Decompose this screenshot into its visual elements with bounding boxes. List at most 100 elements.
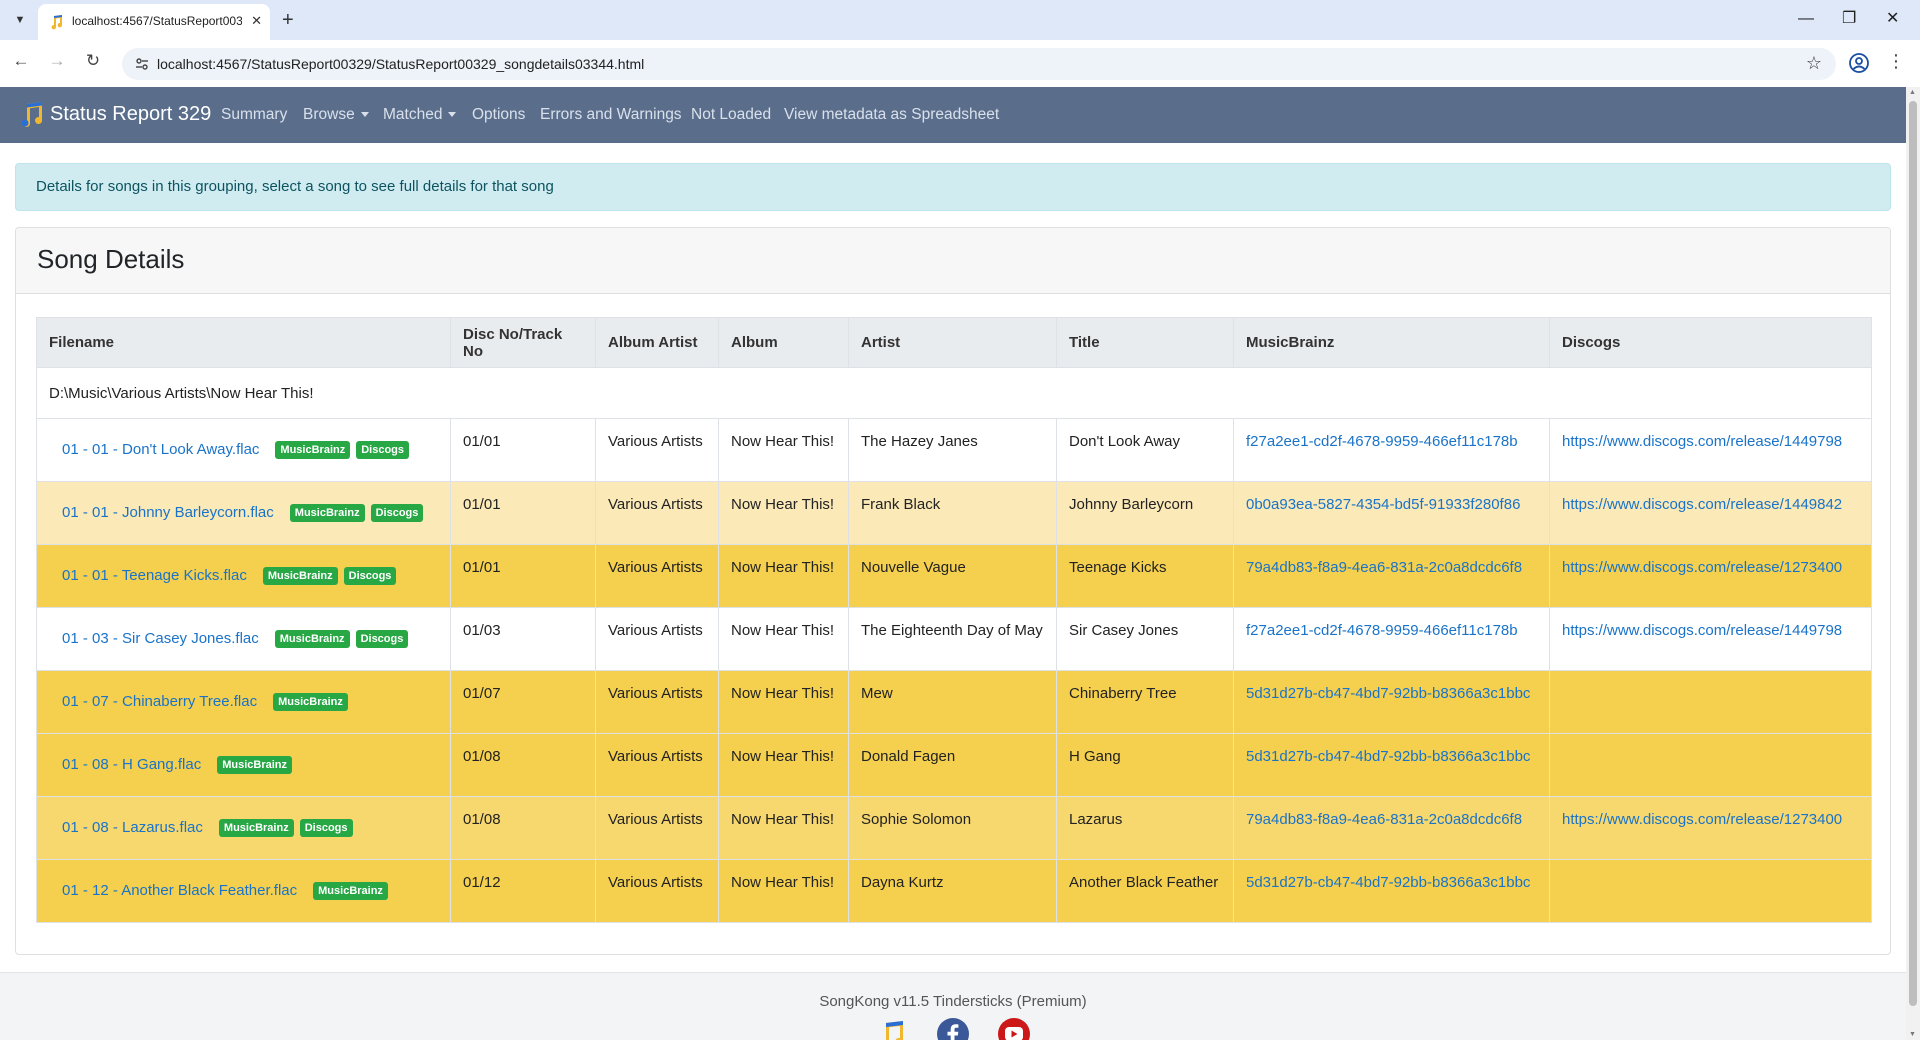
songkong-note-icon[interactable] [875,1018,907,1040]
col-header-disc-track[interactable]: Disc No/Track No [450,317,596,368]
song-file-link[interactable]: 01 - 07 - Chinaberry Tree.flac [62,693,257,710]
discogs-link[interactable]: https://www.discogs.com/release/1449798 [1562,433,1842,450]
discogs-badge: Discogs [370,504,424,523]
discogs-link[interactable]: https://www.discogs.com/release/1449842 [1562,496,1842,513]
nav-errors-warnings[interactable]: Errors and Warnings [540,106,682,124]
filename-cell: 01 - 01 - Teenage Kicks.flac MusicBrainz D… [36,544,451,608]
address-bar[interactable]: localhost:4567/StatusReport00329/StatusR… [122,48,1836,80]
discogs-link[interactable]: https://www.discogs.com/release/1449798 [1562,622,1842,639]
discogs-badge: Discogs [299,819,353,838]
musicbrainz-badge: MusicBrainz [275,441,351,460]
scroll-up-arrow-icon[interactable]: ▲ [1909,89,1916,96]
musicbrainz-link[interactable]: 79a4db83-f8a9-4ea6-831a-2c0a8dcdc6f8 [1246,811,1522,828]
song-file-link[interactable]: 01 - 08 - Lazarus.flac [62,819,203,836]
song-file-link[interactable]: 01 - 12 - Another Black Feather.flac [62,882,297,899]
title-cell: Sir Casey Jones [1056,607,1234,671]
tab-close-icon[interactable]: ✕ [251,13,262,29]
col-header-filename[interactable]: Filename [36,317,451,368]
title-cell: Chinaberry Tree [1056,670,1234,734]
musicbrainz-link[interactable]: 5d31d27b-cb47-4bd7-92bb-b8366a3c1bbc [1246,874,1530,891]
song-file-link[interactable]: 01 - 08 - H Gang.flac [62,756,201,773]
artist-cell: Dayna Kurtz [848,859,1057,923]
youtube-icon[interactable] [998,1018,1030,1040]
nav-view-spreadsheet[interactable]: View metadata as Spreadsheet [784,106,999,124]
nav-options[interactable]: Options [472,106,525,124]
filename-cell: 01 - 07 - Chinaberry Tree.flac MusicBrain… [36,670,451,734]
discogs-cell: https://www.discogs.com/release/1449798 [1549,607,1872,671]
info-alert: Details for songs in this grouping, sele… [15,163,1891,211]
song-file-link[interactable]: 01 - 03 - Sir Casey Jones.flac [62,630,259,647]
musicbrainz-cell: 79a4db83-f8a9-4ea6-831a-2c0a8dcdc6f8 [1233,544,1550,608]
songkong-logo-icon[interactable] [18,101,44,129]
back-arrow-icon[interactable]: ← [10,51,32,71]
browser-menu-icon[interactable]: ⋮ [1887,50,1905,72]
musicbrainz-link[interactable]: 5d31d27b-cb47-4bd7-92bb-b8366a3c1bbc [1246,685,1530,702]
nav-browse[interactable]: Browse [303,106,369,124]
new-tab-icon[interactable]: + [282,8,294,32]
song-file-link[interactable]: 01 - 01 - Don't Look Away.flac [62,441,259,458]
musicbrainz-cell: 0b0a93ea-5827-4354-bd5f-91933f280f86 [1233,481,1550,545]
col-header-title[interactable]: Title [1056,317,1234,368]
song-file-link[interactable]: 01 - 01 - Johnny Barleycorn.flac [62,504,274,521]
folder-path: D:\Music\Various Artists\Now Hear This! [36,367,1872,419]
address-url[interactable]: localhost:4567/StatusReport00329/StatusR… [157,56,644,72]
title-cell: H Gang [1056,733,1234,797]
bookmark-star-icon[interactable]: ☆ [1806,53,1822,74]
musicbrainz-link[interactable]: f27a2ee1-cd2f-4678-9959-466ef11c178b [1246,622,1518,639]
browser-tab[interactable]: localhost:4567/StatusReport00329/StatusR… [38,4,270,40]
discogs-cell: https://www.discogs.com/release/1449842 [1549,481,1872,545]
discogs-link[interactable]: https://www.discogs.com/release/1273400 [1562,559,1842,576]
musicbrainz-cell: 79a4db83-f8a9-4ea6-831a-2c0a8dcdc6f8 [1233,796,1550,860]
nav-summary[interactable]: Summary [221,106,287,124]
nav-matched-label: Matched [383,106,443,123]
filename-cell: 01 - 01 - Don't Look Away.flac MusicBrain… [36,418,451,482]
discogs-cell: https://www.discogs.com/release/1273400 [1549,544,1872,608]
album-cell: Now Hear This! [718,544,849,608]
card-title: Song Details [37,244,185,274]
col-header-album-artist[interactable]: Album Artist [595,317,719,368]
col-header-artist[interactable]: Artist [848,317,1057,368]
facebook-icon[interactable] [937,1018,969,1040]
musicbrainz-link[interactable]: 79a4db83-f8a9-4ea6-831a-2c0a8dcdc6f8 [1246,559,1522,576]
forward-arrow-icon[interactable]: → [46,51,68,71]
artist-cell: Mew [848,670,1057,734]
artist-cell: Donald Fagen [848,733,1057,797]
profile-icon[interactable] [1848,52,1870,74]
table-row: 01 - 07 - Chinaberry Tree.flac MusicBrain… [36,670,1872,734]
table-row: 01 - 01 - Johnny Barleycorn.flac MusicBra… [36,481,1872,545]
restore-icon[interactable]: ❐ [1842,8,1856,30]
table-row: 01 - 01 - Teenage Kicks.flac MusicBrainz D… [36,544,1872,608]
page-scrollbar[interactable]: ▲ ▼ [1906,87,1920,1040]
minimize-icon[interactable]: — [1798,8,1814,30]
col-header-musicbrainz[interactable]: MusicBrainz [1233,317,1550,368]
scrollbar-thumb[interactable] [1909,101,1917,1006]
browser-tabstrip: ▼ localhost:4567/StatusReport00329/Statu… [0,0,1920,40]
musicbrainz-link[interactable]: f27a2ee1-cd2f-4678-9959-466ef11c178b [1246,433,1518,450]
title-cell: Johnny Barleycorn [1056,481,1234,545]
musicbrainz-cell: f27a2ee1-cd2f-4678-9959-466ef11c178b [1233,418,1550,482]
disc-track-cell: 01/08 [450,733,596,797]
musicbrainz-link[interactable]: 5d31d27b-cb47-4bd7-92bb-b8366a3c1bbc [1246,748,1530,765]
app-brand[interactable]: Status Report 329 [50,103,211,126]
col-header-album[interactable]: Album [718,317,849,368]
discogs-cell: https://www.discogs.com/release/1273400 [1549,796,1872,860]
musicbrainz-badge: MusicBrainz [313,882,388,901]
musicbrainz-badge: MusicBrainz [273,693,348,712]
title-cell: Teenage Kicks [1056,544,1234,608]
site-info-icon[interactable] [134,56,150,72]
song-file-link[interactable]: 01 - 01 - Teenage Kicks.flac [62,567,247,584]
nav-not-loaded[interactable]: Not Loaded [691,106,771,124]
disc-track-cell: 01/07 [450,670,596,734]
window-close-icon[interactable]: ✕ [1886,8,1899,30]
disc-track-cell: 01/03 [450,607,596,671]
tab-search-chevron-icon[interactable]: ▼ [10,10,30,30]
discogs-link[interactable]: https://www.discogs.com/release/1273400 [1562,811,1842,828]
scroll-down-arrow-icon[interactable]: ▼ [1909,1031,1916,1038]
album-cell: Now Hear This! [718,859,849,923]
app-navbar: Status Report 329 Summary Browse Matched… [0,87,1906,143]
reload-icon[interactable]: ↻ [82,51,104,71]
col-header-discogs[interactable]: Discogs [1549,317,1872,368]
nav-matched[interactable]: Matched [383,106,457,124]
musicbrainz-link[interactable]: 0b0a93ea-5827-4354-bd5f-91933f280f86 [1246,496,1520,513]
album-artist-cell: Various Artists [595,544,719,608]
